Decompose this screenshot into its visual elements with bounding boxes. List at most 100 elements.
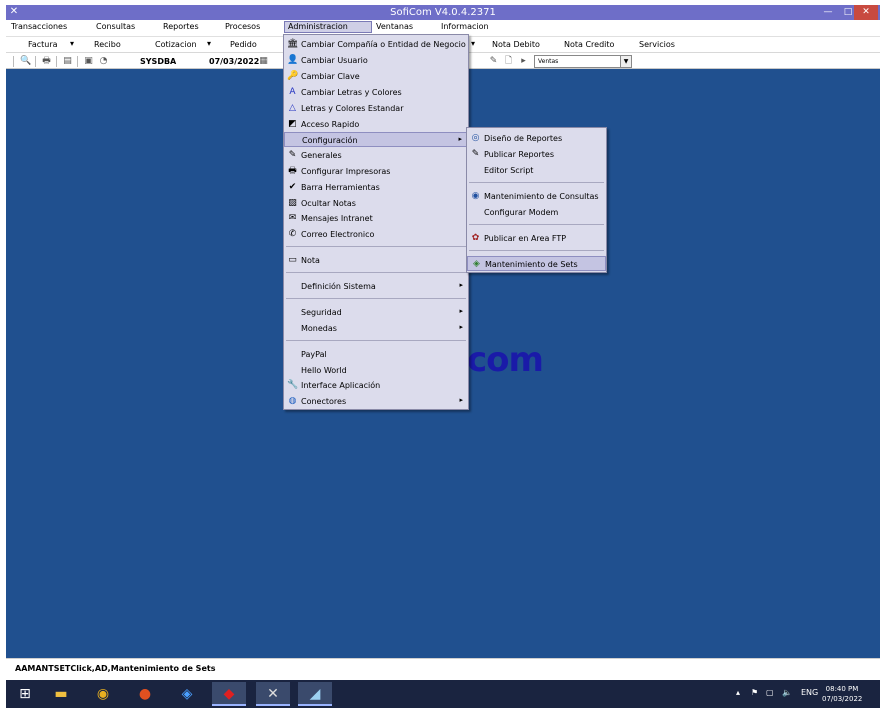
menu-item-label: Nota xyxy=(301,256,320,265)
menu-item-interface-aplicacion[interactable]: 🔧 Interface Aplicación xyxy=(284,378,468,393)
system-clock[interactable]: 08:40 PM 07/03/2022 xyxy=(822,684,862,704)
menu-item-nota[interactable]: ▭ Nota xyxy=(284,253,468,268)
menu-item-label: Mantenimiento de Sets xyxy=(485,260,578,269)
menu-item-configurar-impresoras[interactable]: 🖶 Configurar Impresoras xyxy=(284,164,468,179)
menu-item-mantenimiento-sets[interactable]: ◈ Mantenimiento de Sets xyxy=(467,256,606,271)
network-icon[interactable]: ▢ xyxy=(766,688,774,697)
menu-item-label: PayPal xyxy=(301,350,327,359)
menu-item-label: Cambiar Usuario xyxy=(301,56,368,65)
menu-procesos[interactable]: Procesos xyxy=(225,22,260,31)
refresh-icon[interactable]: ◔ xyxy=(98,56,109,67)
menu-item-mensajes-intranet[interactable]: ✉ Mensajes Intranet xyxy=(284,211,468,226)
menu-item-letras-estandar[interactable]: △ Letras y Colores Estandar xyxy=(284,101,468,116)
toolbar-separator xyxy=(56,56,57,67)
menu-item-ocultar-notas[interactable]: ▨ Ocultar Notas xyxy=(284,196,468,211)
play-icon[interactable]: ▸ xyxy=(518,56,529,67)
document-icon[interactable]: ▤ xyxy=(62,56,73,67)
menu-item-cambiar-clave[interactable]: 🔑 Cambiar Clave xyxy=(284,69,468,84)
toolbar-servicios[interactable]: Servicios xyxy=(639,40,675,49)
app-note-icon[interactable]: ◢ xyxy=(298,682,332,706)
flag-icon[interactable]: ⚑ xyxy=(751,688,758,697)
menu-item-seguridad[interactable]: Seguridad ▸ xyxy=(284,305,468,320)
menu-informacion[interactable]: Informacion xyxy=(441,22,489,31)
menu-item-generales[interactable]: ✎ Generales xyxy=(284,148,468,163)
menu-divider xyxy=(469,250,604,251)
menu-item-diseno-reportes[interactable]: ◎ Diseño de Reportes xyxy=(467,131,606,146)
menu-reportes[interactable]: Reportes xyxy=(163,22,199,31)
menu-item-label: Publicar en Area FTP xyxy=(484,234,567,243)
language-indicator[interactable]: ENG xyxy=(801,688,818,697)
toolbar-nota-debito[interactable]: Nota Debito xyxy=(492,40,540,49)
chevron-right-icon: ▸ xyxy=(459,323,463,331)
menu-item-mantenimiento-consultas[interactable]: ◉ Mantenimiento de Consultas xyxy=(467,189,606,204)
menu-transacciones[interactable]: Transacciones xyxy=(11,22,67,31)
menu-item-paypal[interactable]: PayPal xyxy=(284,347,468,362)
user-icon: 👤 xyxy=(287,55,299,65)
interface-icon: 🔧 xyxy=(287,380,299,390)
chevron-down-icon[interactable]: ▾ xyxy=(70,39,74,48)
printer-icon[interactable]: 🖶 xyxy=(41,56,52,67)
menu-consultas[interactable]: Consultas xyxy=(96,22,135,31)
chevron-down-icon[interactable]: ▾ xyxy=(207,39,211,48)
menu-item-label: Editor Script xyxy=(484,166,534,175)
toolbar-recibo[interactable]: Recibo xyxy=(94,40,121,49)
menu-item-configurar-modem[interactable]: Configurar Modem xyxy=(467,205,606,220)
menu-item-hello-world[interactable]: Hello World xyxy=(284,363,468,378)
menu-item-publicar-reportes[interactable]: ✎ Publicar Reportes xyxy=(467,147,606,162)
menu-item-label: Correo Electronico xyxy=(301,230,375,239)
menu-item-configuracion[interactable]: Configuración ▸ xyxy=(284,132,468,147)
module-select[interactable]: Ventas ▼ xyxy=(534,55,632,68)
edit-icon[interactable]: ✎ xyxy=(488,56,499,67)
soficom-taskbar-icon[interactable]: ✕ xyxy=(256,682,290,706)
close-button[interactable]: ✕ xyxy=(854,5,878,20)
configuracion-submenu: ◎ Diseño de Reportes ✎ Publicar Reportes… xyxy=(466,127,607,273)
toolbar-separator xyxy=(13,56,14,67)
menu-item-conectores[interactable]: ◍ Conectores ▸ xyxy=(284,394,468,409)
toolbar-cotizacion[interactable]: Cotizacion xyxy=(155,40,197,49)
menu-item-barra-herramientas[interactable]: ✔ Barra Herramientas xyxy=(284,180,468,195)
calendar-icon[interactable]: ▦ xyxy=(258,56,269,67)
toolbar-pedido[interactable]: Pedido xyxy=(230,40,257,49)
menu-item-acceso-rapido[interactable]: ◩ Acceso Rapido xyxy=(284,117,468,132)
tools-icon: ✎ xyxy=(288,150,297,160)
menu-item-label: Definición Sistema xyxy=(301,282,376,291)
company-icon: 🏛 xyxy=(287,39,299,49)
toolbar-separator xyxy=(35,56,36,67)
screen: ✕ SofiCom V4.0.4.2371 — □ ✕ Transaccione… xyxy=(0,0,889,713)
menu-divider xyxy=(286,272,466,273)
search-icon[interactable]: 🔍 xyxy=(20,56,31,67)
menu-item-label: Generales xyxy=(301,151,342,160)
minimize-button[interactable]: — xyxy=(818,5,838,20)
menu-ventanas[interactable]: Ventanas xyxy=(376,22,413,31)
menu-item-editor-script[interactable]: Editor Script xyxy=(467,163,606,178)
chevron-down-icon[interactable]: ▾ xyxy=(471,39,475,48)
connector-icon: ◍ xyxy=(288,396,297,406)
windows-start-icon[interactable]: ⊞ xyxy=(8,682,42,706)
volume-icon[interactable]: 🔈 xyxy=(782,688,792,697)
menu-administracion[interactable]: Administracion xyxy=(284,21,372,33)
administracion-menu: 🏛 Cambiar Compañía o Entidad de Negocio … xyxy=(283,34,469,410)
menu-item-definicion-sistema[interactable]: Definición Sistema ▸ xyxy=(284,279,468,294)
file-explorer-icon[interactable]: ▬ xyxy=(44,682,78,706)
menu-item-cambiar-compania[interactable]: 🏛 Cambiar Compañía o Entidad de Negocio xyxy=(284,37,468,52)
chrome-icon[interactable]: ◉ xyxy=(86,682,120,706)
menu-item-cambiar-letras[interactable]: A Cambiar Letras y Colores xyxy=(284,85,468,100)
toolbar-nota-credito[interactable]: Nota Credito xyxy=(564,40,614,49)
shortcut-icon: ◩ xyxy=(288,119,297,129)
menu-item-label: Diseño de Reportes xyxy=(484,134,563,143)
menu-item-cambiar-usuario[interactable]: 👤 Cambiar Usuario xyxy=(284,53,468,68)
new-document-icon[interactable]: 🗋 xyxy=(503,56,514,67)
tray-chevron-up-icon[interactable]: ▴ xyxy=(736,688,740,697)
teamviewer-icon[interactable]: ◈ xyxy=(170,682,204,706)
app-red-diamond-icon[interactable]: ◆ xyxy=(212,682,246,706)
module-select-value: Ventas xyxy=(538,58,559,65)
toolbar-factura[interactable]: Factura xyxy=(28,40,58,49)
menu-item-correo-electronico[interactable]: ✆ Correo Electronico xyxy=(284,227,468,242)
menu-item-monedas[interactable]: Monedas ▸ xyxy=(284,321,468,336)
chevron-down-icon[interactable]: ▼ xyxy=(620,56,631,67)
folder-icon[interactable]: ▣ xyxy=(83,56,94,67)
menu-item-publicar-ftp[interactable]: ✿ Publicar en Area FTP xyxy=(467,231,606,246)
chevron-right-icon: ▸ xyxy=(459,307,463,315)
menu-item-label: Conectores xyxy=(301,397,347,406)
app-flame-icon[interactable]: ● xyxy=(128,682,162,706)
